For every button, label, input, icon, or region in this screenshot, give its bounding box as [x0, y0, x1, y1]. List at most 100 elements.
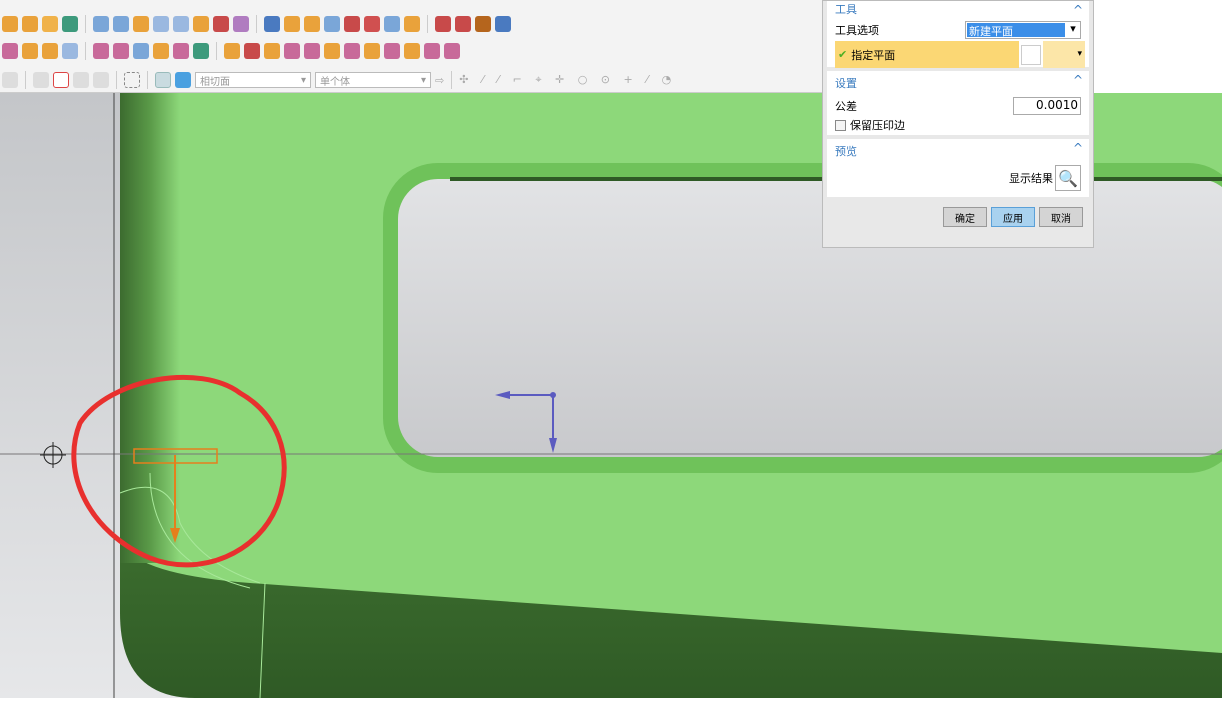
pocket-floor — [398, 179, 1222, 457]
split-body-dialog: 工具 ^ 工具选项 新建平面 ▾ ✔ 指定平面 ▾ 设置 ^ 公差 0.0010 保留压… — [822, 0, 1094, 248]
tool-icon[interactable] — [435, 16, 451, 32]
tool-icon[interactable] — [364, 43, 380, 59]
plane-dialog-icon[interactable] — [1021, 44, 1041, 65]
divider — [451, 71, 453, 89]
tool-icon[interactable] — [455, 16, 471, 32]
settings-section: 设置 ^ 公差 0.0010 保留压印边 — [827, 71, 1089, 135]
tool-icon[interactable] — [153, 43, 169, 59]
section-title: 设置 — [835, 77, 857, 90]
section-title: 预览 — [835, 145, 857, 158]
tool-icon[interactable] — [173, 43, 189, 59]
tool-icon[interactable] — [73, 72, 89, 88]
tool-icon[interactable] — [324, 16, 340, 32]
tool-icon[interactable] — [62, 43, 78, 59]
tool-icon[interactable] — [33, 72, 49, 88]
collapse-icon[interactable]: ^ — [1073, 3, 1083, 17]
face-rule-dropdown[interactable]: 相切面 ▾ — [195, 72, 311, 88]
divider — [85, 42, 86, 60]
filter-icon[interactable] — [53, 72, 69, 88]
tool-icon[interactable] — [93, 16, 109, 32]
tool-icon[interactable] — [304, 16, 320, 32]
ok-button[interactable]: 确定 — [943, 207, 987, 227]
tool-icon[interactable] — [133, 43, 149, 59]
tool-icon[interactable] — [2, 16, 18, 32]
tool-option-dropdown[interactable]: 新建平面 ▾ — [965, 21, 1081, 39]
tool-icon[interactable] — [264, 16, 280, 32]
divider — [216, 42, 217, 60]
tool-icon[interactable] — [284, 43, 300, 59]
arrow-right-icon[interactable]: ⇨ — [435, 74, 444, 87]
tool-section: 工具 ^ 工具选项 新建平面 ▾ ✔ 指定平面 ▾ — [827, 1, 1089, 68]
divider — [147, 71, 148, 89]
snap-icons[interactable]: ✣ ⁄ ⁄ ⌐ ⌖ ✛ ○ ⊙ + ⁄ ◔ — [459, 73, 676, 87]
tolerance-row: 公差 0.0010 — [835, 97, 1081, 115]
tool-icon[interactable] — [344, 43, 360, 59]
collapse-icon[interactable]: ^ — [1073, 141, 1083, 155]
magnifier-icon[interactable]: 🔍 — [1055, 165, 1081, 191]
show-result-row: 显示结果 🔍 — [835, 165, 1081, 191]
tolerance-label: 公差 — [835, 100, 857, 113]
tool-option-label: 工具选项 — [835, 24, 879, 37]
divider — [85, 15, 86, 33]
tool-icon[interactable] — [264, 43, 280, 59]
tool-icon[interactable] — [324, 43, 340, 59]
tool-icon[interactable] — [133, 16, 149, 32]
tool-icon[interactable] — [284, 16, 300, 32]
cancel-button[interactable]: 取消 — [1039, 207, 1083, 227]
tool-icon[interactable] — [404, 16, 420, 32]
tool-icon[interactable] — [344, 16, 360, 32]
tool-icon[interactable] — [444, 43, 460, 59]
box-select-icon[interactable] — [124, 72, 140, 88]
keep-imprint-checkbox[interactable] — [835, 119, 846, 131]
tool-icon[interactable] — [42, 16, 58, 32]
tool-icon[interactable] — [42, 43, 58, 59]
tool-icon[interactable] — [304, 43, 320, 59]
tool-icon[interactable] — [213, 16, 229, 32]
tool-icon[interactable] — [193, 43, 209, 59]
tool-icon[interactable] — [113, 16, 129, 32]
toolbar-row-1 — [0, 12, 511, 36]
plane-type-dropdown[interactable]: ▾ — [1043, 41, 1085, 68]
section-title: 工具 — [835, 3, 857, 16]
tool-icon[interactable] — [475, 16, 491, 32]
crosshair-cursor-icon — [40, 442, 66, 468]
tool-icon[interactable] — [404, 43, 420, 59]
keep-imprint-label: 保留压印边 — [850, 119, 905, 132]
tool-icon[interactable] — [233, 16, 249, 32]
tool-icon[interactable] — [173, 16, 189, 32]
apply-button[interactable]: 应用 — [991, 207, 1035, 227]
tool-icon[interactable] — [224, 43, 240, 59]
tool-option-value: 新建平面 — [967, 23, 1065, 38]
divider — [25, 71, 26, 89]
tool-icon[interactable] — [62, 16, 78, 32]
tool-icon[interactable] — [22, 16, 38, 32]
face-rule-value: 相切面 — [200, 76, 230, 88]
tool-icon[interactable] — [364, 16, 380, 32]
tool-icon[interactable] — [424, 43, 440, 59]
tool-icon[interactable] — [93, 43, 109, 59]
specify-plane-row[interactable]: ✔ 指定平面 ▾ — [835, 41, 1085, 68]
body-rule-dropdown[interactable]: 单个体 ▾ — [315, 72, 431, 88]
select-face-icon[interactable] — [175, 72, 191, 88]
tool-icon[interactable] — [193, 16, 209, 32]
tool-icon[interactable] — [153, 16, 169, 32]
tool-icon[interactable] — [93, 72, 109, 88]
tool-icon[interactable] — [2, 43, 18, 59]
selection-bar: 相切面 ▾ 单个体 ▾ ⇨ ✣ ⁄ ⁄ ⌐ ⌖ ✛ ○ ⊙ + ⁄ ◔ — [0, 68, 676, 92]
tool-icon[interactable] — [113, 43, 129, 59]
collapse-icon[interactable]: ^ — [1073, 73, 1083, 87]
tool-icon[interactable] — [22, 43, 38, 59]
check-icon: ✔ — [838, 48, 848, 61]
tool-icon[interactable] — [2, 72, 18, 88]
keep-imprint-row: 保留压印边 — [835, 117, 1081, 133]
tolerance-input[interactable]: 0.0010 — [1013, 97, 1081, 115]
tool-icon[interactable] — [384, 16, 400, 32]
tool-icon[interactable] — [495, 16, 511, 32]
specify-plane-label: 指定平面 — [851, 48, 896, 62]
tool-icon[interactable] — [384, 43, 400, 59]
model-side-shade — [120, 93, 180, 563]
tool-icon[interactable] — [244, 43, 260, 59]
chevron-down-icon: ▾ — [1070, 22, 1076, 35]
divider — [256, 15, 257, 33]
select-body-icon[interactable] — [155, 72, 171, 88]
